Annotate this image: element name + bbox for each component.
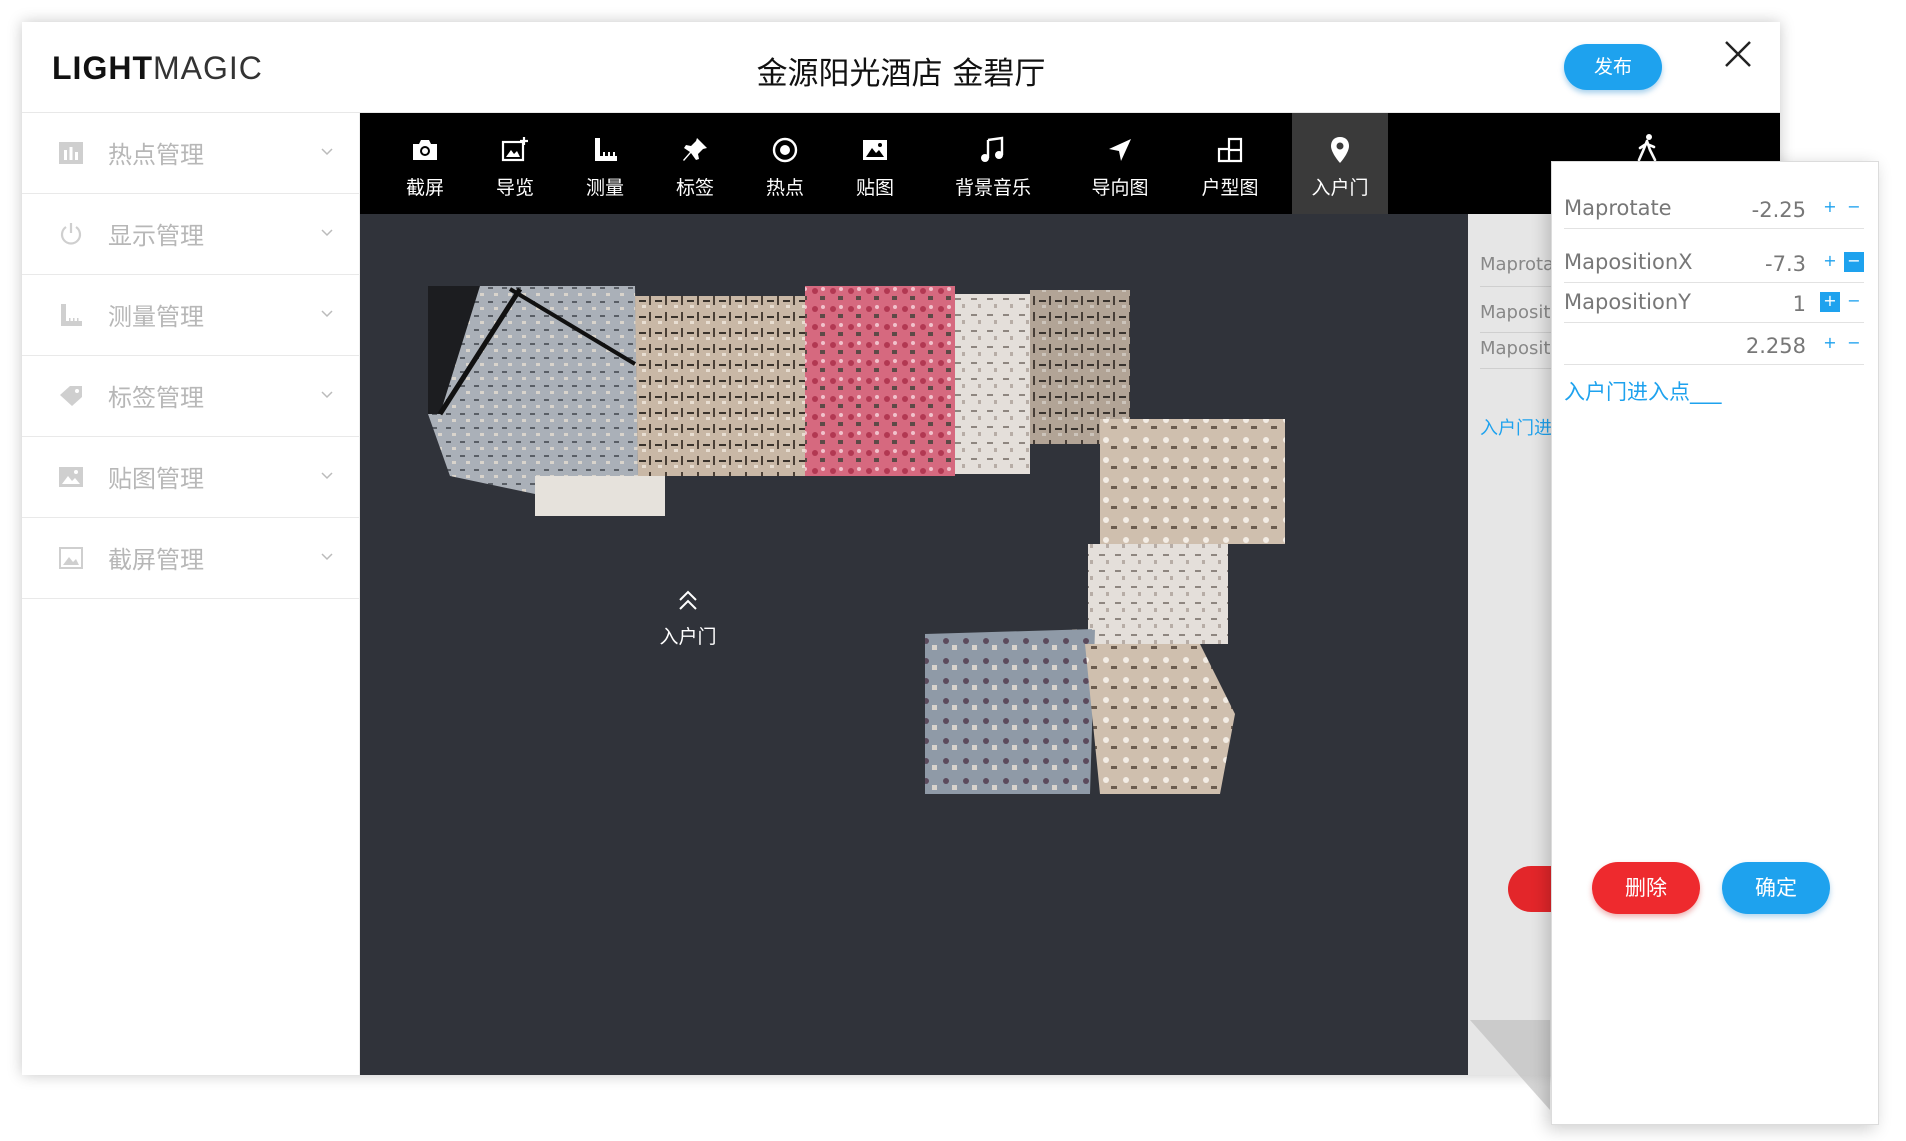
sidebar-item-label: 显示管理 [108,222,204,250]
tool-bg-music[interactable]: 背景音乐 [930,113,1056,214]
field-label: Maprotate [1564,196,1672,220]
decrement-button[interactable]: − [1844,292,1864,312]
field-label: MapositionX [1564,250,1693,274]
back-row-label: Mapositi [1480,302,1556,323]
ruler-icon [61,304,82,326]
sidebar-item-display[interactable]: 显示管理 [22,194,359,275]
sidebar-item-screenshot[interactable]: 截屏管理 [22,518,359,599]
chevron-down-icon [321,472,333,480]
tool-screenshot[interactable]: 截屏 [390,113,460,214]
tool-label: 导览 [495,177,534,199]
image-plus-icon [501,137,528,162]
unlabeled-value[interactable]: 2.258 [1746,334,1806,358]
music-icon [981,136,1004,162]
floorplan-icon [1217,137,1243,163]
publish-button[interactable]: 发布 [1564,44,1662,90]
sidebar-item-label: 测量管理 [108,303,204,331]
entrance-settings-panel: Maprotate -2.25 + − MapositionX -7.3 + −… [1551,161,1879,1125]
image-icon [863,140,887,160]
tool-label: 户型图 [1201,177,1259,199]
tool-hotspot[interactable]: 热点 [750,113,820,214]
tool-entrance[interactable]: 入户门 [1292,113,1388,214]
tool-tour[interactable]: 导览 [480,113,550,214]
bar-chart-icon [59,142,83,164]
tool-guide-map[interactable]: 导向图 [1070,113,1170,214]
sidebar-item-tag[interactable]: 标签管理 [22,356,359,437]
maprotate-value[interactable]: -2.25 [1752,198,1806,222]
mapositionx-value[interactable]: -7.3 [1765,252,1806,276]
panel-shadow [1470,1020,1550,1110]
delete-button[interactable]: 删除 [1592,862,1700,914]
sidebar: 热点管理 显示管理 测量管理 标签管理 贴图管理 截屏管理 [22,113,360,1075]
tool-label: 标签 [675,177,714,199]
tool-label: 入户门 [1311,177,1369,199]
chevron-down-icon [321,391,333,399]
tool-label: 截屏 [405,177,444,199]
decrement-button[interactable]: − [1844,252,1864,272]
double-chevron-up-icon [679,590,697,610]
sidebar-item-sticker[interactable]: 贴图管理 [22,437,359,518]
sidebar-item-label: 标签管理 [108,384,204,412]
chevron-down-icon [321,148,333,156]
tool-measure[interactable]: 测量 [570,113,640,214]
tag-icon [60,386,82,406]
tool-label: 导向图 [1091,177,1149,199]
decrement-button[interactable]: − [1844,334,1864,354]
camera-icon [413,140,437,160]
image-icon [59,467,83,487]
tool-tag[interactable]: 标签 [660,113,730,214]
back-row-label: Mapositi [1480,338,1556,359]
location-pin-icon [1331,137,1349,163]
sidebar-item-hotspot[interactable]: 热点管理 [22,113,359,194]
field-label: MapositionY [1564,290,1691,314]
tool-label: 贴图 [855,177,894,199]
mapositiony-row: MapositionY 1 + − [1564,282,1864,323]
increment-button[interactable]: + [1820,292,1840,312]
sidebar-item-measure[interactable]: 测量管理 [22,275,359,356]
target-icon [772,137,798,163]
tool-label: 热点 [765,177,804,199]
entrance-marker[interactable]: 入户门 [648,588,728,649]
pin-icon [683,138,707,161]
entrance-marker-label: 入户门 [659,626,717,648]
entrance-entry-point-link[interactable]: 入户门进入点___ [1564,376,1722,406]
page-title: 金源阳光酒店 金碧厅 [756,56,1046,92]
increment-button[interactable]: + [1820,198,1840,218]
close-icon[interactable] [1720,36,1756,72]
tool-label: 背景音乐 [954,177,1031,199]
increment-button[interactable]: + [1820,252,1840,272]
mapositiony-value[interactable]: 1 [1793,292,1806,316]
confirm-button[interactable]: 确定 [1722,862,1830,914]
maprotate-row: Maprotate -2.25 + − [1564,188,1864,229]
back-row-label: Maprota [1480,254,1555,275]
sidebar-item-label: 热点管理 [108,141,204,169]
tool-sticker[interactable]: 贴图 [840,113,910,214]
navigation-icon [1109,139,1131,161]
chevron-down-icon [321,553,333,561]
screenshot-icon [59,547,83,569]
back-entrance-link: 入户门进 [1480,418,1552,439]
unlabeled-value-row: 2.258 + − [1564,324,1864,365]
increment-button[interactable]: + [1820,334,1840,354]
power-icon [60,223,82,245]
sidebar-item-label: 贴图管理 [108,465,204,493]
floorplan-3d-view[interactable]: 入户门 [360,214,1468,1075]
dollhouse-model[interactable] [360,214,1468,1075]
chevron-down-icon [321,229,333,237]
editor-window: LIGHTMAGIC 金源阳光酒店 金碧厅 发布 热点管理 显示管理 测量管理 … [22,22,1780,1075]
chevron-down-icon [321,310,333,318]
walking-person-icon[interactable] [1632,133,1662,163]
mapositionx-row: MapositionX -7.3 + − [1564,242,1864,283]
tool-floorplan[interactable]: 户型图 [1180,113,1280,214]
ruler-icon [595,138,617,161]
tool-label: 测量 [585,177,624,199]
decrement-button[interactable]: − [1844,198,1864,218]
sidebar-item-label: 截屏管理 [108,546,204,574]
header: LIGHTMAGIC 金源阳光酒店 金碧厅 发布 [22,22,1780,113]
